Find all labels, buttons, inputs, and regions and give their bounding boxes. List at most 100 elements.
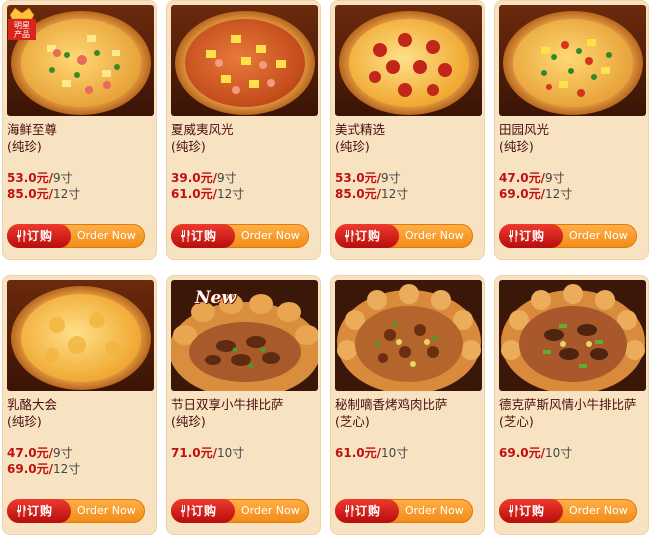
price: 53.0元/ xyxy=(7,171,53,185)
badge-text-1: 明星 xyxy=(14,21,30,30)
order-button-red[interactable]: 订购 xyxy=(7,224,71,248)
size: 9寸 xyxy=(381,171,401,185)
order-button[interactable]: 订购 Order Now xyxy=(171,224,309,248)
new-badge: New xyxy=(195,288,236,308)
order-button[interactable]: 订购 Order Now xyxy=(499,499,637,523)
price: 47.0元/ xyxy=(499,171,545,185)
product-card-texas-steak: 德克萨斯风情小牛排比萨 (芝心) 69.0元/10寸 订购 Order Now xyxy=(494,275,649,535)
price-row: 53.0元/9寸 xyxy=(7,170,154,186)
pizza-image[interactable] xyxy=(171,5,318,116)
order-label-en: Order Now xyxy=(241,229,300,242)
fork-knife-icon xyxy=(345,505,354,517)
order-label-cn: 订购 xyxy=(191,504,218,518)
product-subtitle: (纯珍) xyxy=(7,139,42,154)
product-title: 美式精选 xyxy=(335,122,386,137)
order-button-red[interactable]: 订购 xyxy=(499,499,563,523)
pizza-image[interactable] xyxy=(7,280,154,391)
price: 47.0元/ xyxy=(7,446,53,460)
price-row: 69.0元/10寸 xyxy=(499,445,646,461)
product-card-garden: 田园风光 (纯珍) 47.0元/9寸 69.0元/12寸 订购 Order No… xyxy=(494,0,649,260)
product-title: 乳酪大会 xyxy=(7,397,58,412)
order-label-en: Order Now xyxy=(405,229,464,242)
order-button-red[interactable]: 订购 xyxy=(171,499,235,523)
order-button[interactable]: 订购 Order Now xyxy=(7,499,145,523)
product-card-seafood-supreme: 明星 产品 海鲜至尊 (纯珍) 53.0元/9寸 85.0元/12寸 订购 Or… xyxy=(2,0,157,260)
order-button[interactable]: 订购 Order Now xyxy=(171,499,309,523)
product-title: 节日双享小牛排比萨 xyxy=(171,397,284,412)
product-title: 夏威夷风光 xyxy=(171,122,234,137)
price-row: 69.0元/12寸 xyxy=(499,186,646,202)
star-product-badge: 明星 产品 xyxy=(7,5,37,41)
order-label-en: Order Now xyxy=(405,504,464,517)
price-row: 53.0元/9寸 xyxy=(335,170,482,186)
order-button[interactable]: 订购 Order Now xyxy=(335,499,473,523)
order-label-cn: 订购 xyxy=(519,229,546,243)
size: 10寸 xyxy=(217,446,245,460)
price: 39.0元/ xyxy=(171,171,217,185)
price: 69.0元/ xyxy=(7,462,53,476)
size: 9寸 xyxy=(217,171,237,185)
order-button-red[interactable]: 订购 xyxy=(335,499,399,523)
product-card-hawaiian: 夏威夷风光 (纯珍) 39.0元/9寸 61.0元/12寸 订购 Order N… xyxy=(166,0,321,260)
fork-knife-icon xyxy=(17,505,26,517)
product-name: 夏威夷风光 (纯珍) xyxy=(171,121,318,155)
product-name: 海鲜至尊 (纯珍) xyxy=(7,121,154,155)
size: 12寸 xyxy=(545,187,573,201)
price: 61.0元/ xyxy=(335,446,381,460)
price: 61.0元/ xyxy=(171,187,217,201)
order-button-red[interactable]: 订购 xyxy=(7,499,71,523)
fork-knife-icon xyxy=(181,505,190,517)
price-row: 69.0元/12寸 xyxy=(7,461,154,477)
price-row: 85.0元/12寸 xyxy=(335,186,482,202)
product-name: 乳酪大会 (纯珍) xyxy=(7,396,154,430)
order-button[interactable]: 订购 Order Now xyxy=(7,224,145,248)
product-subtitle: (纯珍) xyxy=(335,139,370,154)
product-card-american-choice: 美式精选 (纯珍) 53.0元/9寸 85.0元/12寸 订购 Order No… xyxy=(330,0,485,260)
order-label-cn: 订购 xyxy=(191,229,218,243)
price-row: 61.0元/10寸 xyxy=(335,445,482,461)
price-list: 47.0元/9寸 69.0元/12寸 xyxy=(7,445,154,477)
product-subtitle: (纯珍) xyxy=(7,414,42,429)
pizza-image[interactable] xyxy=(335,280,482,391)
order-button-red[interactable]: 订购 xyxy=(171,224,235,248)
product-subtitle: (纯珍) xyxy=(499,139,534,154)
order-label-cn: 订购 xyxy=(519,504,546,518)
product-title: 田园风光 xyxy=(499,122,550,137)
size: 10寸 xyxy=(381,446,409,460)
size: 9寸 xyxy=(545,171,565,185)
price: 85.0元/ xyxy=(335,187,381,201)
price-list: 71.0元/10寸 xyxy=(171,445,318,461)
size: 12寸 xyxy=(53,462,81,476)
size: 12寸 xyxy=(381,187,409,201)
fork-knife-icon xyxy=(17,230,26,242)
order-label-en: Order Now xyxy=(569,504,628,517)
badge-text-2: 产品 xyxy=(14,29,30,39)
product-subtitle: (纯珍) xyxy=(171,139,206,154)
product-subtitle: (纯珍) xyxy=(171,414,206,429)
product-title: 秘制嘀香烤鸡肉比萨 xyxy=(335,397,448,412)
price-list: 61.0元/10寸 xyxy=(335,445,482,461)
pizza-image[interactable] xyxy=(499,280,646,391)
price: 69.0元/ xyxy=(499,187,545,201)
order-label-en: Order Now xyxy=(77,229,136,242)
fork-knife-icon xyxy=(345,230,354,242)
pizza-image[interactable]: New xyxy=(171,280,318,391)
price-row: 85.0元/12寸 xyxy=(7,186,154,202)
price-row: 47.0元/9寸 xyxy=(499,170,646,186)
price-list: 53.0元/9寸 85.0元/12寸 xyxy=(7,170,154,202)
order-button[interactable]: 订购 Order Now xyxy=(335,224,473,248)
order-label-en: Order Now xyxy=(241,504,300,517)
price-list: 47.0元/9寸 69.0元/12寸 xyxy=(499,170,646,202)
fork-knife-icon xyxy=(509,230,518,242)
order-button-red[interactable]: 订购 xyxy=(335,224,399,248)
order-button-red[interactable]: 订购 xyxy=(499,224,563,248)
size: 9寸 xyxy=(53,171,73,185)
product-subtitle: (芝心) xyxy=(499,414,534,429)
pizza-image[interactable] xyxy=(335,5,482,116)
pizza-image[interactable] xyxy=(499,5,646,116)
order-label-cn: 订购 xyxy=(27,229,54,243)
product-name: 秘制嘀香烤鸡肉比萨 (芝心) xyxy=(335,396,482,430)
product-card-cheese-lovers: 乳酪大会 (纯珍) 47.0元/9寸 69.0元/12寸 订购 Order No… xyxy=(2,275,157,535)
product-card-festival-steak: New 节日双享小牛排比萨 (纯珍) 71.0元/10寸 订购 Order No… xyxy=(166,275,321,535)
order-button[interactable]: 订购 Order Now xyxy=(499,224,637,248)
